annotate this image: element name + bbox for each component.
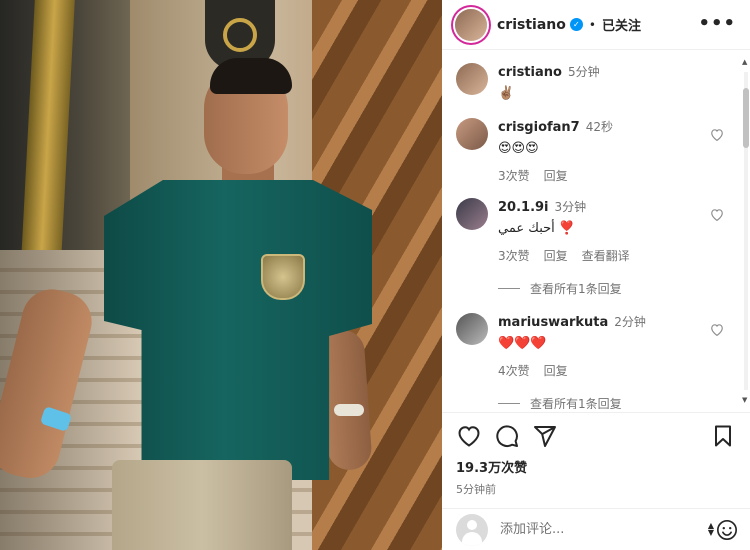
- follow-status-button[interactable]: 已关注: [602, 15, 641, 34]
- commenter-avatar[interactable]: [456, 313, 488, 345]
- post-sidebar: cristiano ✓ • 已关注 ••• cristiano 5分钟 ✌🏽 cr…: [442, 0, 750, 550]
- current-user-avatar: [456, 513, 488, 546]
- comment-time: 3分钟: [554, 200, 587, 214]
- comment-meta: 4次赞 回复: [498, 362, 750, 379]
- share-icon[interactable]: [532, 423, 558, 449]
- caption-time: 5分钟: [567, 65, 600, 79]
- instagram-post-view: cristiano ✓ • 已关注 ••• cristiano 5分钟 ✌🏽 cr…: [0, 0, 750, 550]
- post-time: 5分钟前: [456, 483, 496, 496]
- comment-item: mariuswarkuta 2分钟 ❤️❤️❤️ 4次赞 回复: [442, 313, 750, 379]
- add-comment-bar: ▲▼: [442, 508, 750, 550]
- author-avatar[interactable]: [455, 8, 487, 41]
- comment-time: 42秒: [585, 120, 614, 134]
- comment-meta: 3次赞 回复: [498, 167, 750, 184]
- bookmark-icon[interactable]: [710, 423, 736, 449]
- comment-like-heart-icon[interactable]: [710, 208, 724, 225]
- commenter-username[interactable]: mariuswarkuta: [498, 315, 608, 330]
- author-username[interactable]: cristiano: [497, 17, 566, 33]
- likes-count[interactable]: 19.3万次赞: [456, 457, 736, 476]
- scroll-down-arrow-icon[interactable]: ▼: [742, 396, 747, 404]
- view-replies-button[interactable]: 查看所有1条回复: [442, 280, 750, 297]
- input-resize-icon[interactable]: ▲ ▼: [708, 522, 714, 537]
- heart-icon[interactable]: [456, 423, 482, 449]
- emoji-icon[interactable]: [716, 519, 738, 545]
- photo-person: [0, 0, 442, 550]
- shirt-crest: [261, 254, 305, 300]
- commenter-avatar[interactable]: [456, 198, 488, 230]
- scrollbar-thumb[interactable]: [743, 88, 749, 148]
- comment-like-heart-icon[interactable]: [710, 128, 724, 145]
- see-translation-button[interactable]: 查看翻译: [582, 249, 630, 263]
- comments-scrollbar[interactable]: ▲ ▼: [742, 58, 750, 404]
- caption-username[interactable]: cristiano: [498, 65, 562, 80]
- post-header: cristiano ✓ • 已关注 •••: [442, 0, 750, 50]
- view-replies-button[interactable]: 查看所有1条回复: [442, 395, 750, 409]
- comments-list: cristiano 5分钟 ✌🏽 crisgiofan7 42秒 😍😍😍 3次赞 回复: [442, 51, 750, 409]
- commenter-username[interactable]: 20.1.9i: [498, 200, 549, 215]
- more-options-icon[interactable]: •••: [698, 13, 736, 34]
- caption-text: ✌🏽: [498, 86, 515, 101]
- post-actions: 19.3万次赞 5分钟前: [442, 412, 750, 497]
- comment-item: 20.1.9i 3分钟 أحبك عمي ❣️ 3次赞 回复 查看翻译: [442, 198, 750, 264]
- post-caption: cristiano 5分钟 ✌🏽: [442, 63, 750, 104]
- comment-likes-count[interactable]: 3次赞: [498, 169, 530, 183]
- verified-badge-icon: ✓: [569, 18, 583, 31]
- reply-button[interactable]: 回复: [544, 169, 568, 183]
- scroll-up-arrow-icon[interactable]: ▲: [742, 58, 747, 66]
- comment-item: crisgiofan7 42秒 😍😍😍 3次赞 回复: [442, 118, 750, 184]
- comment-icon[interactable]: [494, 423, 520, 449]
- commenter-username[interactable]: crisgiofan7: [498, 120, 580, 135]
- reply-button[interactable]: 回复: [544, 364, 568, 378]
- post-photo[interactable]: [0, 0, 442, 550]
- comment-time: 2分钟: [614, 315, 646, 329]
- comment-meta: 3次赞 回复 查看翻译: [498, 247, 750, 264]
- caption-avatar[interactable]: [456, 63, 488, 95]
- comment-like-heart-icon[interactable]: [710, 323, 724, 340]
- comment-likes-count[interactable]: 4次赞: [498, 364, 530, 378]
- comment-likes-count[interactable]: 3次赞: [498, 249, 530, 263]
- comment-input[interactable]: [500, 522, 680, 537]
- separator-dot: •: [588, 17, 596, 32]
- commenter-avatar[interactable]: [456, 118, 488, 150]
- reply-button[interactable]: 回复: [544, 249, 568, 263]
